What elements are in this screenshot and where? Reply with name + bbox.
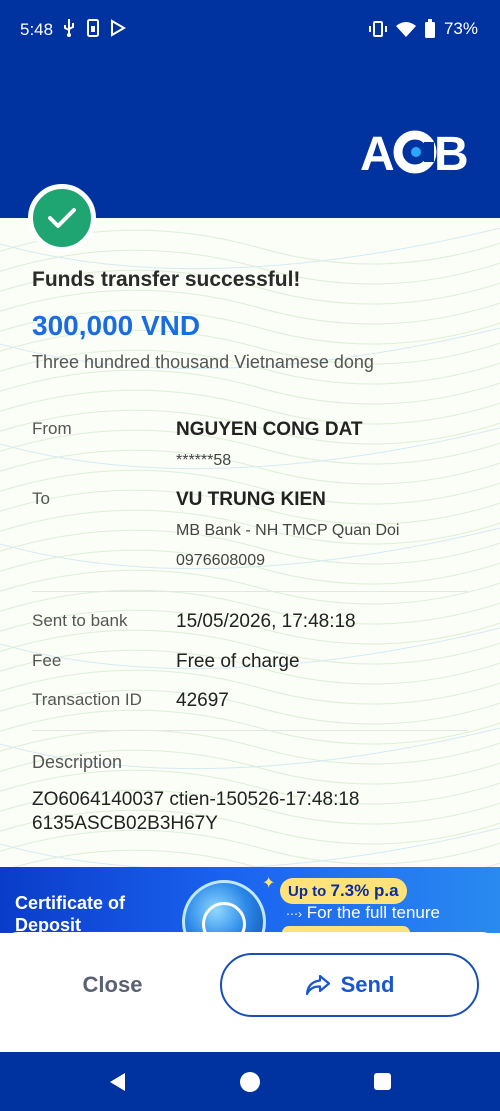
amount-in-words: Three hundred thousand Vietnamese dong bbox=[32, 352, 374, 372]
description-line-2: 6135ASCB02B3H67Y bbox=[32, 813, 218, 834]
coin-icon bbox=[182, 880, 266, 933]
vibrate-icon bbox=[368, 21, 387, 37]
description-label: Description bbox=[32, 752, 123, 772]
sender-name: NGUYEN CONG DAT bbox=[176, 419, 363, 440]
recipient-bank: MB Bank - NH TMCP Quan Doi bbox=[176, 522, 400, 539]
share-icon bbox=[305, 974, 330, 996]
play-store-icon bbox=[111, 19, 126, 37]
status-bar: 5:48 73% bbox=[0, 0, 500, 60]
fee-value: Free of charge bbox=[176, 651, 300, 672]
transfer-amount: 300,000 VND bbox=[32, 310, 201, 341]
banner-title-line-2: Deposit bbox=[15, 915, 82, 933]
banner-title-line-1: Certificate of bbox=[15, 893, 126, 913]
status-icons-right: 73% bbox=[368, 19, 478, 39]
sent-to-bank-label: Sent to bank bbox=[32, 611, 128, 630]
back-icon[interactable] bbox=[108, 1072, 126, 1092]
sent-to-bank-value: 15/05/2026, 17:48:18 bbox=[176, 611, 356, 632]
rate-prefix: Up to bbox=[288, 883, 327, 900]
battery-percent: 73% bbox=[443, 19, 478, 38]
banner-title: Certificate of Deposit bbox=[15, 892, 125, 933]
sparkle-icon: ✦ bbox=[262, 875, 276, 892]
wifi-icon bbox=[395, 22, 416, 37]
transfer-status-title: Funds transfer successful! bbox=[32, 268, 301, 291]
rate-value: 7.3% p.a bbox=[330, 881, 399, 900]
arrow-dots-icon: ⋯› bbox=[286, 907, 302, 921]
rate-subtitle: ⋯› For the full tenure bbox=[286, 903, 440, 923]
promo-banner[interactable]: Certificate of Deposit bbox=[0, 867, 500, 933]
recipient-account: 0976608009 bbox=[176, 552, 265, 569]
sender-account: ******58 bbox=[176, 452, 232, 469]
send-button[interactable]: Send bbox=[220, 953, 479, 1017]
recent-apps-icon[interactable] bbox=[374, 1073, 391, 1090]
acb-logo: A B bbox=[360, 128, 470, 176]
rate-badge: Up to 7.3% p.a bbox=[280, 878, 407, 904]
system-nav-bar bbox=[0, 1052, 500, 1111]
close-button[interactable]: Close bbox=[30, 952, 195, 1018]
description-line-1: ZO6064140037 ctien-150526-17:48:18 bbox=[32, 789, 360, 810]
svg-text:A: A bbox=[360, 128, 395, 176]
fee-label: Fee bbox=[32, 651, 62, 670]
rate-subtitle-text: For the full tenure bbox=[306, 903, 440, 922]
send-button-label: Send bbox=[340, 972, 395, 997]
to-label: To bbox=[32, 489, 50, 508]
home-icon[interactable] bbox=[240, 1072, 260, 1092]
divider bbox=[32, 591, 468, 592]
sim-icon bbox=[87, 19, 99, 37]
success-check-icon bbox=[28, 184, 96, 252]
svg-text:B: B bbox=[434, 128, 469, 176]
battery-icon bbox=[424, 19, 435, 38]
status-icons-left bbox=[62, 18, 126, 38]
transaction-id-value: 42697 bbox=[176, 690, 229, 711]
description-value: ZO6064140037 ctien-150526-17:48:18 6135A… bbox=[32, 788, 472, 836]
divider bbox=[32, 730, 468, 731]
usb-icon bbox=[64, 19, 74, 37]
from-label: From bbox=[32, 419, 72, 438]
transaction-id-label: Transaction ID bbox=[32, 690, 142, 709]
status-time: 5:48 bbox=[20, 20, 54, 39]
recipient-name: VU TRUNG KIEN bbox=[176, 489, 326, 510]
